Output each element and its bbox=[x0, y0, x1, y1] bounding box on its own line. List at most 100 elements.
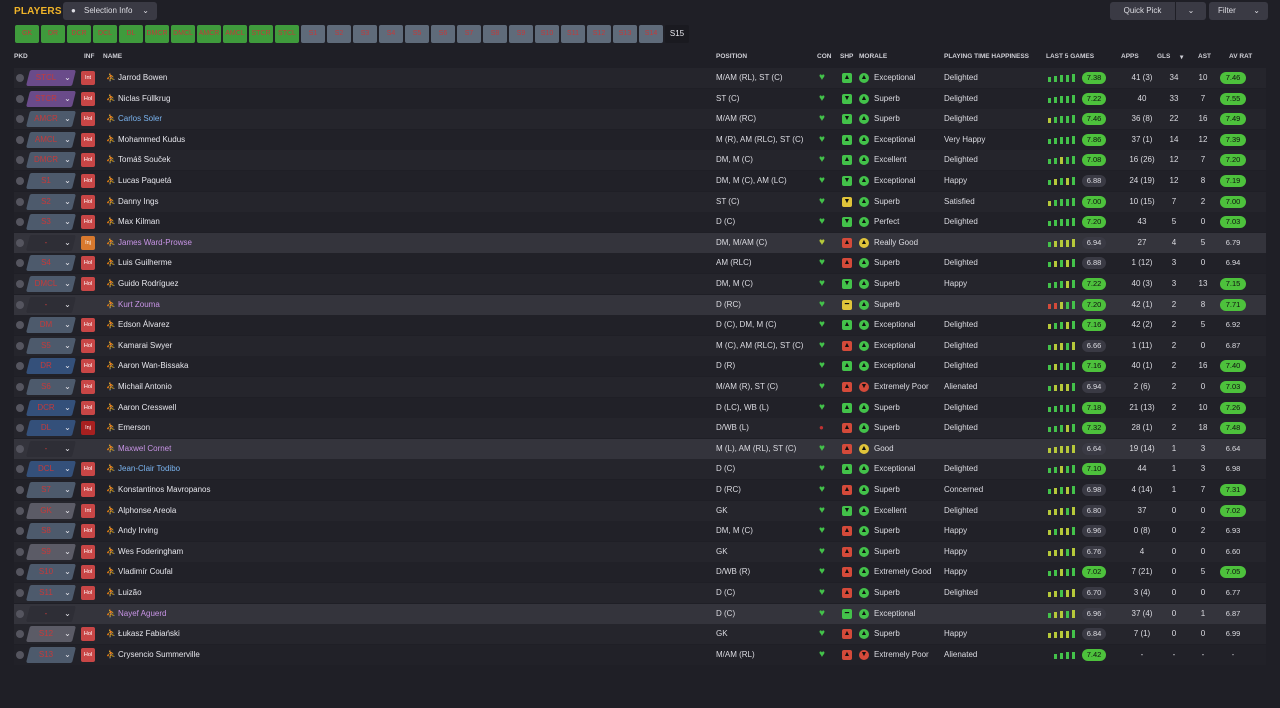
col-pkd[interactable]: PKD bbox=[14, 53, 28, 60]
chevron-down-icon[interactable]: ⌄ bbox=[63, 150, 72, 170]
player-name[interactable]: Jean-Clair Todibo bbox=[118, 459, 180, 479]
table-row[interactable]: S7 ⌄ Hol ⛹ Konstantinos Mavropanos D (RC) ♥ ▲ ▲ S… bbox=[14, 480, 1266, 500]
pkd-position[interactable]: S12 bbox=[28, 624, 64, 644]
select-checkbox[interactable] bbox=[16, 280, 24, 288]
pkd-position[interactable]: AMCL bbox=[28, 130, 64, 150]
table-row[interactable]: - ⌄ ⛹ Maxwel Cornet M (L), AM (RL), ST (C) ♥ ▲… bbox=[14, 438, 1266, 459]
chevron-down-icon[interactable]: ⌄ bbox=[63, 562, 72, 582]
position-chip-s11[interactable]: S11 bbox=[561, 25, 585, 43]
player-name[interactable]: Jarrod Bowen bbox=[118, 68, 167, 88]
chevron-down-icon[interactable]: ⌄ bbox=[63, 604, 72, 624]
chevron-down-icon[interactable]: ⌄ bbox=[63, 274, 72, 294]
select-checkbox[interactable] bbox=[16, 506, 24, 515]
player-name[interactable]: Aaron Cresswell bbox=[118, 398, 176, 418]
player-name[interactable]: Vladimír Coufal bbox=[118, 562, 173, 582]
col-playing-time-happiness[interactable]: PLAYING TIME HAPPINESS bbox=[944, 53, 1029, 60]
pkd-position[interactable]: DL bbox=[28, 418, 64, 438]
chevron-down-icon[interactable]: ⌄ bbox=[63, 336, 72, 356]
col-morale[interactable]: MORALE bbox=[859, 53, 887, 60]
table-row[interactable]: DMCL ⌄ Hol ⛹ Guido Rodríguez DM, M (C) ♥ ▼ ▲ Supe… bbox=[14, 274, 1266, 294]
chevron-down-icon[interactable]: ⌄ bbox=[63, 130, 72, 150]
col-gls[interactable]: GLS bbox=[1157, 53, 1170, 60]
pkd-position[interactable]: S13 bbox=[28, 645, 64, 665]
chevron-down-icon[interactable]: ⌄ bbox=[63, 356, 72, 376]
player-name[interactable]: Max Kilman bbox=[118, 212, 160, 232]
position-chip-amcl[interactable]: AMCL bbox=[223, 25, 247, 43]
position-chip-s7[interactable]: S7 bbox=[457, 25, 481, 43]
pkd-position[interactable]: S4 bbox=[28, 253, 64, 273]
pkd-position[interactable]: S9 bbox=[28, 542, 64, 562]
table-row[interactable]: DCL ⌄ Hol ⛹ Jean-Clair Todibo D (C) ♥ ▲ ▲ Excepti… bbox=[14, 459, 1266, 480]
position-chip-s13[interactable]: S13 bbox=[613, 25, 637, 43]
select-checkbox[interactable] bbox=[16, 341, 24, 350]
chevron-down-icon[interactable]: ⌄ bbox=[63, 109, 72, 129]
chevron-down-icon[interactable]: ⌄ bbox=[63, 521, 72, 541]
player-name[interactable]: Mohammed Kudus bbox=[118, 130, 185, 150]
select-checkbox[interactable] bbox=[16, 609, 24, 618]
table-row[interactable]: S3 ⌄ Hol ⛹ Max Kilman D (C) ♥ ▼ ▲ Perfect Delighte… bbox=[14, 212, 1266, 233]
pkd-position[interactable]: AMCR bbox=[28, 109, 64, 129]
pkd-position[interactable]: - bbox=[28, 295, 64, 315]
player-name[interactable]: Tomáš Souček bbox=[118, 150, 170, 170]
table-row[interactable]: S9 ⌄ Hol ⛹ Wes Foderingham GK ♥ ▲ ▲ Superb Happy 6.… bbox=[14, 541, 1266, 562]
select-checkbox[interactable] bbox=[16, 486, 24, 494]
position-chip-s12[interactable]: S12 bbox=[587, 25, 611, 43]
chevron-down-icon[interactable]: ⌄ bbox=[63, 542, 72, 562]
chevron-down-icon[interactable]: ⌄ bbox=[63, 89, 72, 109]
col-apps[interactable]: APPS bbox=[1121, 53, 1139, 60]
chevron-down-icon[interactable]: ⌄ bbox=[63, 192, 72, 212]
table-row[interactable]: - ⌄ Inj ⛹ James Ward-Prowse DM, M/AM (C) ♥ ▲ ▲ Re… bbox=[14, 232, 1266, 253]
player-name[interactable]: Carlos Soler bbox=[118, 109, 162, 129]
table-row[interactable]: S12 ⌄ Hol ⛹ Łukasz Fabiański GK ♥ ▲ ▲ Superb Happy… bbox=[14, 624, 1266, 645]
select-checkbox[interactable] bbox=[16, 527, 24, 536]
select-checkbox[interactable] bbox=[16, 589, 24, 597]
table-row[interactable]: S2 ⌄ Hol ⛹ Danny Ings ST (C) ♥ ▼ ▲ Superb Satisfie… bbox=[14, 191, 1266, 212]
select-checkbox[interactable] bbox=[16, 238, 24, 247]
position-chip-dcl[interactable]: DCL bbox=[93, 25, 117, 43]
pkd-position[interactable]: DCR bbox=[28, 398, 64, 418]
col-last5[interactable]: LAST 5 GAMES bbox=[1046, 53, 1094, 60]
table-row[interactable]: S13 ⌄ Hol ⛹ Crysencio Summerville M/AM (RL) ♥ ▲… bbox=[14, 644, 1266, 665]
select-checkbox[interactable] bbox=[16, 403, 24, 412]
col-ast[interactable]: AST bbox=[1198, 53, 1211, 60]
pkd-position[interactable]: DR bbox=[28, 356, 64, 376]
quick-pick-dropdown-button[interactable]: ⌄ bbox=[1176, 2, 1206, 20]
select-checkbox[interactable] bbox=[16, 650, 24, 659]
player-name[interactable]: Guido Rodríguez bbox=[118, 274, 178, 294]
position-chip-s8[interactable]: S8 bbox=[483, 25, 507, 43]
selection-info-button[interactable]: ● Selection Info ⌄ bbox=[63, 2, 157, 20]
pkd-position[interactable]: S8 bbox=[28, 521, 64, 541]
chevron-down-icon[interactable]: ⌄ bbox=[63, 501, 72, 521]
select-checkbox[interactable] bbox=[16, 444, 24, 453]
col-name[interactable]: NAME bbox=[103, 53, 122, 60]
table-row[interactable]: DR ⌄ Hol ⛹ Aaron Wan-Bissaka D (R) ♥ ▲ ▲ Exceptio… bbox=[14, 356, 1266, 377]
table-row[interactable]: GK ⌄ Int ⛹ Alphonse Areola GK ♥ ▼ ▲ Excellent Deli… bbox=[14, 500, 1266, 521]
select-checkbox[interactable] bbox=[16, 177, 24, 185]
pkd-position[interactable]: S1 bbox=[28, 171, 64, 191]
filter-button[interactable]: Filter ⌄ bbox=[1209, 2, 1268, 20]
select-checkbox[interactable] bbox=[16, 424, 24, 433]
player-name[interactable]: Edson Álvarez bbox=[118, 315, 170, 335]
select-checkbox[interactable] bbox=[16, 362, 24, 371]
player-name[interactable]: Michail Antonio bbox=[118, 377, 172, 397]
position-chip-s5[interactable]: S5 bbox=[405, 25, 429, 43]
player-name[interactable]: Lucas Paquetá bbox=[118, 171, 171, 191]
select-checkbox[interactable] bbox=[16, 94, 24, 103]
chevron-down-icon[interactable]: ⌄ bbox=[63, 171, 72, 191]
pkd-position[interactable]: DMCL bbox=[28, 274, 64, 294]
col-shp[interactable]: SHP bbox=[840, 53, 853, 60]
player-name[interactable]: Luizão bbox=[118, 583, 142, 603]
pkd-position[interactable]: S6 bbox=[28, 377, 64, 397]
position-chip-dl[interactable]: DL bbox=[119, 25, 143, 43]
position-chip-gk[interactable]: GK bbox=[15, 25, 39, 43]
chevron-down-icon[interactable]: ⌄ bbox=[63, 398, 72, 418]
player-name[interactable]: Luis Guilherme bbox=[118, 253, 172, 273]
position-chip-s15[interactable]: S15 bbox=[665, 25, 689, 43]
select-checkbox[interactable] bbox=[16, 630, 24, 639]
chevron-down-icon[interactable]: ⌄ bbox=[63, 295, 72, 315]
select-checkbox[interactable] bbox=[16, 383, 24, 391]
position-chip-dmcr[interactable]: DMCR bbox=[145, 25, 169, 43]
position-chip-s6[interactable]: S6 bbox=[431, 25, 455, 43]
position-chip-s14[interactable]: S14 bbox=[639, 25, 663, 43]
table-row[interactable]: STCL ⌄ Int ⛹ Jarrod Bowen M/AM (RL), ST (C) ♥ ▲… bbox=[14, 68, 1266, 88]
